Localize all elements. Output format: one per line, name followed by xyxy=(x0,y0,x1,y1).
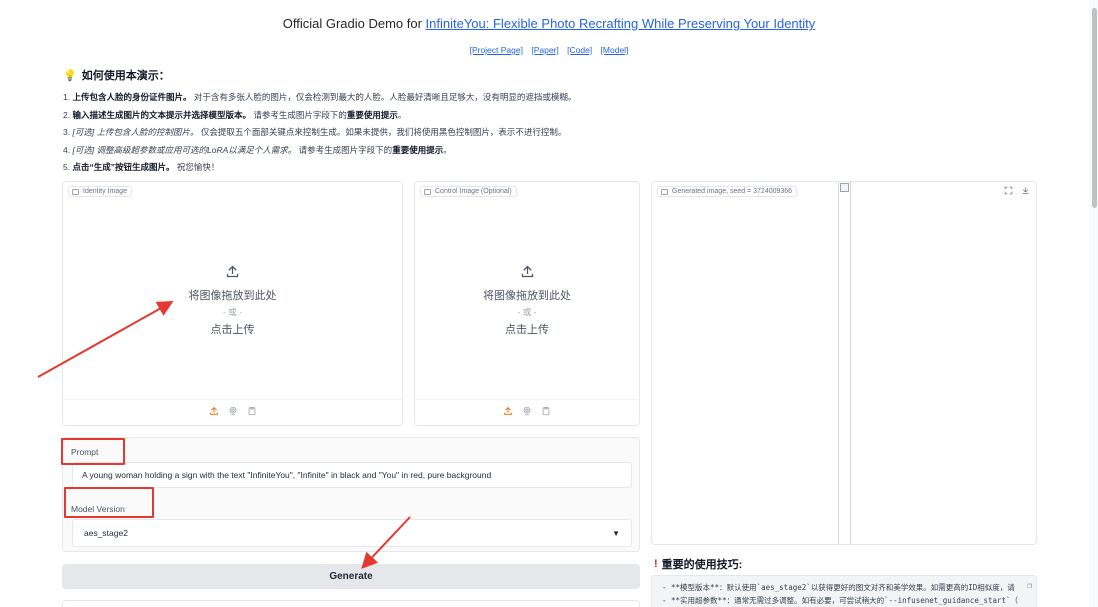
howto-steps: 1. 上传包含人脸的身份证件图片。 对于含有多张人脸的图片，仅会检测到最大的人脸… xyxy=(63,89,683,177)
howto-step-3: 3. [可选] 上传包含人脸的控制图片。 仅会提取五个面部关键点来控制生成。如果… xyxy=(63,127,567,137)
chevron-down-icon: ▼ xyxy=(612,528,620,538)
advanced-options-panel[interactable] xyxy=(62,600,640,607)
control-source-toolbar xyxy=(415,399,639,425)
tips-line-1: - **模型版本**：默认使用`aes_stage2`以获得更好的图文对齐和美学… xyxy=(662,583,1015,592)
broken-image-icon xyxy=(840,183,849,192)
identity-image-label: Identity Image xyxy=(68,186,132,197)
fullscreen-icon[interactable] xyxy=(1004,186,1013,197)
drop-text: 将图像拖放到此处 xyxy=(483,290,571,302)
lightbulb-icon: 💡 xyxy=(63,69,77,82)
howto-step-4: 4. [可选] 调整高级超参数或应用可选的LoRA以满足个人需求。 请参考生成图… xyxy=(63,144,452,155)
prompt-input[interactable]: A young woman holding a sign with the te… xyxy=(72,462,632,488)
title-link[interactable]: InfiniteYou: Flexible Photo Recrafting W… xyxy=(426,16,816,31)
identity-source-toolbar xyxy=(63,399,402,425)
title-prefix: Official Gradio Demo for xyxy=(282,16,426,31)
control-image-label: Control Image (Optional) xyxy=(420,186,517,197)
howto-step-5: 5. 点击“生成”按钮生成图片。 祝您愉快！ xyxy=(63,162,220,172)
howto-step-2: 2. 输入描述生成图片的文本提示并选择模型版本。 请参考生成图片字段下的重要使用… xyxy=(63,109,407,120)
image-icon xyxy=(424,188,431,195)
output-toolbar xyxy=(1004,186,1030,197)
clipboard-icon[interactable] xyxy=(541,406,551,419)
click-upload-text: 点击上传 xyxy=(505,324,549,336)
upload-icon xyxy=(520,264,535,283)
exclamation-icon: ! xyxy=(654,558,658,570)
model-version-value: aes_stage2 xyxy=(84,528,128,538)
upload-source-icon[interactable] xyxy=(209,406,219,419)
or-text: - 或 - xyxy=(223,307,242,317)
image-icon xyxy=(661,188,668,195)
annotation-box-prompt xyxy=(61,438,125,465)
copy-icon[interactable]: ❐ xyxy=(1027,579,1032,592)
annotation-box-model-version xyxy=(64,487,154,518)
howto-step-1: 1. 上传包含人脸的身份证件图片。 对于含有多张人脸的图片，仅会检测到最大的人脸… xyxy=(63,92,577,102)
webcam-icon[interactable] xyxy=(228,406,238,419)
control-image-panel: Control Image (Optional) 将图像拖放到此处 - 或 - … xyxy=(414,181,640,426)
howto-section: 💡 如何使用本演示： 1. 上传包含人脸的身份证件图片。 对于含有多张人脸的图片… xyxy=(63,67,683,177)
generated-image xyxy=(838,182,851,544)
or-text: - 或 - xyxy=(517,307,537,317)
tips-codeblock: - **模型版本**：默认使用`aes_stage2`以获得更好的图文对齐和美学… xyxy=(651,575,1037,607)
link-model[interactable]: [Model] xyxy=(601,45,629,55)
link-project-page[interactable]: [Project Page] xyxy=(470,45,523,55)
identity-image-panel: Identity Image 将图像拖放到此处 - 或 - 点击上传 xyxy=(62,181,403,426)
identity-upload-dropzone[interactable]: 将图像拖放到此处 - 或 - 点击上传 xyxy=(63,202,402,399)
generated-image-panel: Generated image, seed = 3724009366 xyxy=(651,181,1037,545)
webcam-icon[interactable] xyxy=(522,406,532,419)
clipboard-icon[interactable] xyxy=(247,406,257,419)
upload-source-icon[interactable] xyxy=(503,406,513,419)
model-version-select[interactable]: aes_stage2 ▼ xyxy=(72,519,632,547)
upload-icon xyxy=(225,264,240,283)
click-upload-text: 点击上传 xyxy=(210,324,255,336)
tips-heading: ! 重要的使用技巧: xyxy=(654,558,743,571)
link-code[interactable]: [Code] xyxy=(567,45,592,55)
drop-text: 将图像拖放到此处 xyxy=(188,290,277,302)
page-title: Official Gradio Demo for InfiniteYou: Fl… xyxy=(0,16,1098,31)
page-scrollbar-thumb[interactable] xyxy=(1092,8,1097,208)
tips-line-2: - **实用超参数**：通常无需过多调整。如有必要，可尝试稍大的`--infus… xyxy=(662,596,1019,605)
generate-button[interactable]: Generate xyxy=(62,564,640,589)
image-icon xyxy=(72,188,79,195)
control-upload-dropzone[interactable]: 将图像拖放到此处 - 或 - 点击上传 xyxy=(415,202,639,399)
download-icon[interactable] xyxy=(1021,186,1030,197)
header-links: [Project Page] [Paper] [Code] [Model] xyxy=(0,45,1098,55)
howto-heading: 💡 如何使用本演示： xyxy=(63,69,170,83)
link-paper[interactable]: [Paper] xyxy=(531,45,558,55)
generated-image-label: Generated image, seed = 3724009366 xyxy=(657,186,798,197)
